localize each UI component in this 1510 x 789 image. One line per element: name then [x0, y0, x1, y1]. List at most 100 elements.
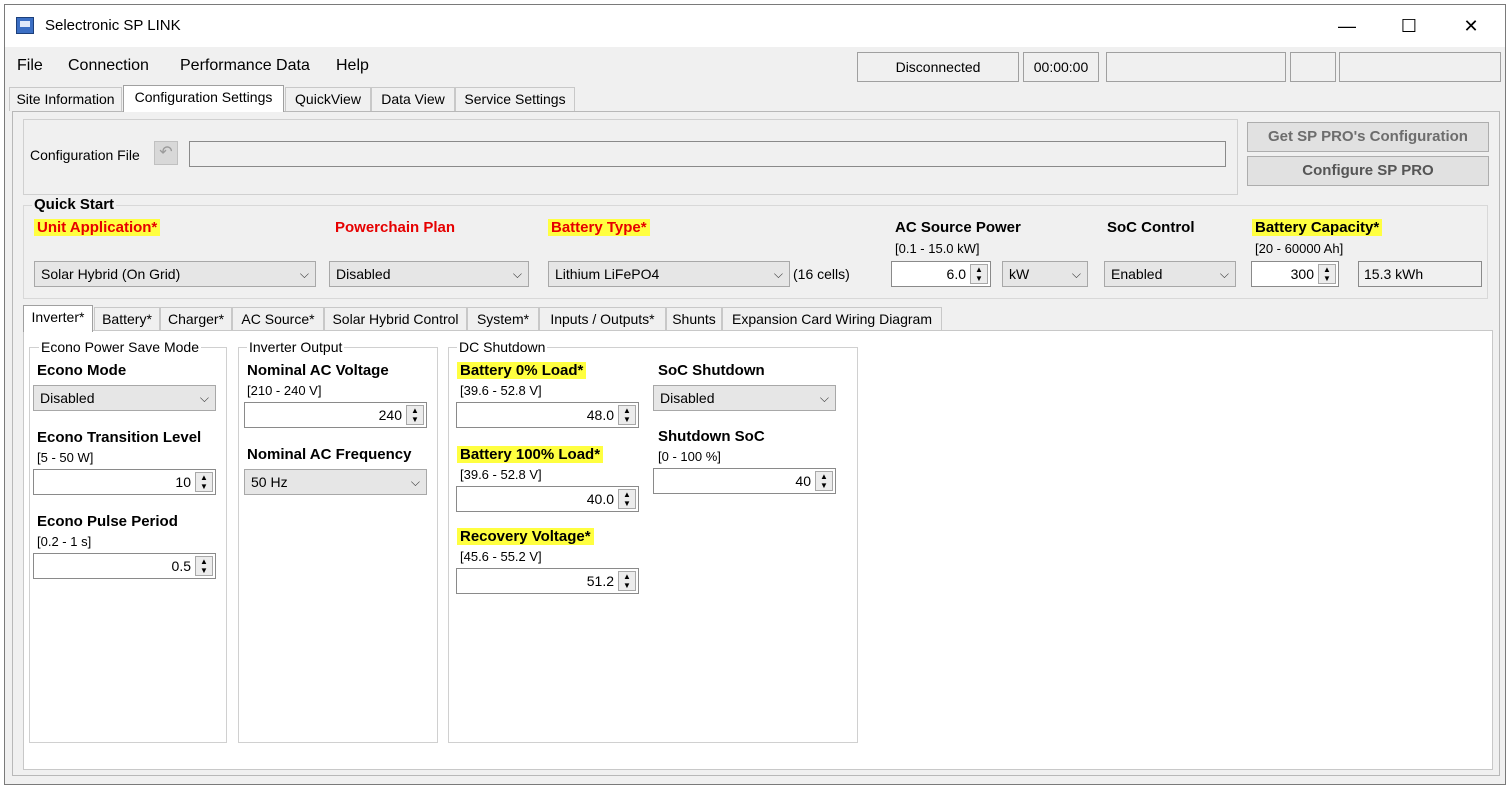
- subtab-shunts[interactable]: Shunts: [666, 307, 722, 331]
- window-title: Selectronic SP LINK: [45, 17, 181, 34]
- recovery-voltage-spinner[interactable]: 51.2 ▲ ▼: [456, 568, 639, 594]
- chevron-down-icon: ⌵: [299, 267, 309, 281]
- dc-shutdown-group: DC Shutdown Battery 0% Load* [39.6 - 52.…: [448, 339, 858, 743]
- econo-transition-label: Econo Transition Level: [37, 429, 202, 446]
- battery-capacity-label: Battery Capacity*: [1252, 219, 1383, 236]
- soc-shutdown-select[interactable]: Disabled ⌵: [653, 385, 836, 411]
- subtab-inputs-outputs[interactable]: Inputs / Outputs*: [539, 307, 666, 331]
- nominal-ac-voltage-range: [210 - 240 V]: [247, 383, 322, 398]
- configuration-file-label: Configuration File: [30, 147, 140, 163]
- spinner-arrows-icon: ▲ ▼: [1318, 264, 1336, 284]
- econo-mode-label: Econo Mode: [37, 362, 127, 379]
- powerchain-plan-select[interactable]: Disabled ⌵: [329, 261, 529, 287]
- close-button[interactable]: ✕: [1441, 5, 1501, 47]
- unit-application-label: Unit Application*: [34, 219, 161, 236]
- powerchain-plan-label: Powerchain Plan: [335, 219, 456, 236]
- tab-data-view[interactable]: Data View: [371, 87, 455, 111]
- chevron-down-icon: ⌵: [1219, 267, 1229, 281]
- battery-0-load-range: [39.6 - 52.8 V]: [460, 383, 542, 398]
- menu-file[interactable]: File: [17, 57, 43, 75]
- battery-cells-label: (16 cells): [793, 266, 850, 282]
- soc-control-label: SoC Control: [1107, 219, 1195, 236]
- spinner-arrows-icon: ▲ ▼: [970, 264, 988, 284]
- ac-source-unit-select[interactable]: kW ⌵: [1002, 261, 1088, 287]
- undo-icon[interactable]: ↶: [154, 141, 178, 165]
- battery-100-load-spinner[interactable]: 40.0 ▲ ▼: [456, 486, 639, 512]
- configuration-file-group: Configuration File ↶: [23, 119, 1238, 195]
- spinner-arrows-icon: ▲ ▼: [406, 405, 424, 425]
- inverter-settings-panel: Econo Power Save Mode Econo Mode Disable…: [23, 330, 1493, 770]
- maximize-button[interactable]: ☐: [1379, 5, 1439, 47]
- unit-application-select[interactable]: Solar Hybrid (On Grid) ⌵: [34, 261, 316, 287]
- battery-100-load-range: [39.6 - 52.8 V]: [460, 467, 542, 482]
- configuration-file-path: [189, 141, 1226, 167]
- chevron-down-icon: ⌵: [410, 475, 420, 489]
- minimize-button[interactable]: —: [1317, 5, 1377, 47]
- dc-shutdown-title: DC Shutdown: [457, 339, 548, 355]
- ac-source-power-spinner[interactable]: 6.0 ▲ ▼: [891, 261, 991, 287]
- econo-pulse-range: [0.2 - 1 s]: [37, 534, 92, 549]
- status-field-1: [1106, 52, 1286, 82]
- tab-service-settings[interactable]: Service Settings: [455, 87, 575, 111]
- subtab-expansion-card-wiring[interactable]: Expansion Card Wiring Diagram: [722, 307, 942, 331]
- app-window: Selectronic SP LINK — ☐ ✕ File Connectio…: [4, 4, 1506, 785]
- configuration-panel: Configuration File ↶ Get SP PRO's Config…: [12, 111, 1500, 776]
- chevron-down-icon: ⌵: [512, 267, 522, 281]
- nominal-ac-voltage-spinner[interactable]: 240 ▲ ▼: [244, 402, 427, 428]
- subtab-ac-source[interactable]: AC Source*: [232, 307, 324, 331]
- connection-timer: 00:00:00: [1023, 52, 1099, 82]
- battery-capacity-kwh: 15.3 kWh: [1358, 261, 1482, 287]
- shutdown-soc-range: [0 - 100 %]: [658, 449, 721, 464]
- get-configuration-button[interactable]: Get SP PRO's Configuration: [1247, 122, 1489, 152]
- chevron-down-icon: ⌵: [773, 267, 783, 281]
- soc-control-select[interactable]: Enabled ⌵: [1104, 261, 1236, 287]
- tab-configuration-settings[interactable]: Configuration Settings: [123, 85, 284, 112]
- battery-0-load-label: Battery 0% Load*: [457, 362, 587, 379]
- econo-power-save-group: Econo Power Save Mode Econo Mode Disable…: [29, 339, 227, 743]
- menu-performance-data[interactable]: Performance Data: [180, 57, 310, 75]
- nominal-ac-voltage-label: Nominal AC Voltage: [247, 362, 389, 379]
- title-bar: Selectronic SP LINK — ☐ ✕: [5, 5, 1505, 47]
- spinner-arrows-icon: ▲ ▼: [618, 571, 636, 591]
- battery-100-load-label: Battery 100% Load*: [457, 446, 604, 463]
- battery-0-load-spinner[interactable]: 48.0 ▲ ▼: [456, 402, 639, 428]
- econo-mode-select[interactable]: Disabled ⌵: [33, 385, 216, 411]
- tab-site-information[interactable]: Site Information: [9, 87, 122, 111]
- nominal-ac-frequency-label: Nominal AC Frequency: [247, 446, 412, 463]
- shutdown-soc-spinner[interactable]: 40 ▲ ▼: [653, 468, 836, 494]
- menu-connection[interactable]: Connection: [68, 57, 149, 75]
- app-icon: [16, 17, 34, 34]
- battery-capacity-spinner[interactable]: 300 ▲ ▼: [1251, 261, 1339, 287]
- inverter-output-title: Inverter Output: [247, 339, 345, 355]
- nominal-ac-frequency-select[interactable]: 50 Hz ⌵: [244, 469, 427, 495]
- subtab-solar-hybrid-control[interactable]: Solar Hybrid Control: [324, 307, 467, 331]
- spinner-arrows-icon: ▲ ▼: [618, 489, 636, 509]
- battery-type-select[interactable]: Lithium LiFePO4 ⌵: [548, 261, 790, 287]
- ac-source-power-label: AC Source Power: [895, 219, 1021, 236]
- subtab-system[interactable]: System*: [467, 307, 539, 331]
- status-field-2: [1290, 52, 1336, 82]
- soc-shutdown-label: SoC Shutdown: [658, 362, 765, 379]
- subtab-charger[interactable]: Charger*: [160, 307, 232, 331]
- econo-transition-range: [5 - 50 W]: [37, 450, 94, 465]
- ac-source-power-range: [0.1 - 15.0 kW]: [895, 241, 980, 256]
- econo-transition-spinner[interactable]: 10 ▲ ▼: [33, 469, 216, 495]
- subtab-battery[interactable]: Battery*: [94, 307, 160, 331]
- chevron-down-icon: ⌵: [199, 391, 209, 405]
- inverter-output-group: Inverter Output Nominal AC Voltage [210 …: [238, 339, 438, 743]
- battery-type-label: Battery Type*: [548, 219, 650, 236]
- menu-help[interactable]: Help: [336, 57, 369, 75]
- configure-sp-pro-button[interactable]: Configure SP PRO: [1247, 156, 1489, 186]
- spinner-arrows-icon: ▲ ▼: [618, 405, 636, 425]
- spinner-arrows-icon: ▲ ▼: [195, 556, 213, 576]
- econo-group-title: Econo Power Save Mode: [39, 339, 201, 355]
- connection-status: Disconnected: [857, 52, 1019, 82]
- subtab-inverter[interactable]: Inverter*: [23, 305, 93, 332]
- tab-quickview[interactable]: QuickView: [285, 87, 371, 111]
- spinner-arrows-icon: ▲ ▼: [815, 471, 833, 491]
- battery-capacity-range: [20 - 60000 Ah]: [1255, 241, 1344, 256]
- recovery-voltage-label: Recovery Voltage*: [457, 528, 594, 545]
- chevron-down-icon: ⌵: [1071, 267, 1081, 281]
- econo-pulse-spinner[interactable]: 0.5 ▲ ▼: [33, 553, 216, 579]
- quick-start-group: Quick Start Unit Application* Solar Hybr…: [23, 196, 1488, 299]
